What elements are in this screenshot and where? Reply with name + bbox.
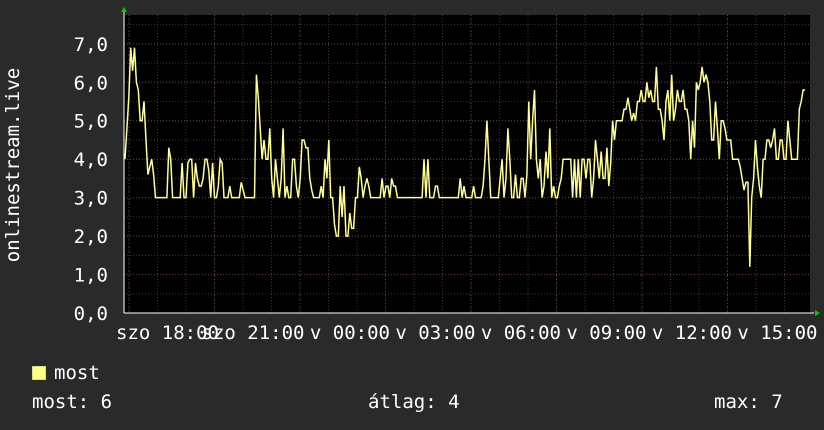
x-tick-labels: szo 18:00szo 21:00 v 00:00 v 03:00 v 06:00 v… (116, 322, 817, 344)
x-tick-label: v 00:00 (310, 322, 390, 344)
y-tick-label: 6,0 (74, 72, 108, 94)
y-axis-label: onlinestream.live (2, 68, 24, 262)
legend: most (32, 362, 100, 384)
plot-area (124, 15, 810, 313)
y-tick-label: 5,0 (74, 111, 108, 133)
stat-average: átlag: 4 (368, 391, 460, 413)
stat-max: max: 7 (714, 391, 783, 413)
x-tick-label: szo 21:00 (202, 322, 305, 344)
y-tick-labels: 0,0 1,0 2,0 3,0 4,0 5,0 6,0 7,0 (74, 34, 108, 325)
y-tick-label: 1,0 (74, 265, 108, 287)
legend-swatch (32, 366, 46, 380)
chart-svg: 0,01,02,03,04,05,06,07,0 szo 18:00szo 21… (2, 7, 820, 344)
y-tick-label: 0,0 (74, 303, 108, 325)
y-tick-label: 4,0 (74, 149, 108, 171)
y-tick-label: 2,0 (74, 226, 108, 248)
y-tick-label: 3,0 (74, 188, 108, 210)
x-tick-label: v 06:00 (481, 322, 561, 344)
legend-label: most (54, 362, 100, 384)
stat-most: most: 6 (32, 391, 113, 413)
x-tick-label: v 15:00 (737, 322, 817, 344)
x-tick-label: v 12:00 (652, 322, 732, 344)
x-axis-arrow (815, 310, 820, 316)
x-tick-label: v 03:00 (395, 322, 475, 344)
chart: 0,0 1,0 2,0 3,0 4,0 5,0 6,0 7,0 szo 18:00 szo 21… (0, 0, 824, 360)
y-axis-arrow (121, 7, 127, 12)
y-tick-label: 7,0 (74, 34, 108, 56)
x-tick-label: v 09:00 (566, 322, 646, 344)
